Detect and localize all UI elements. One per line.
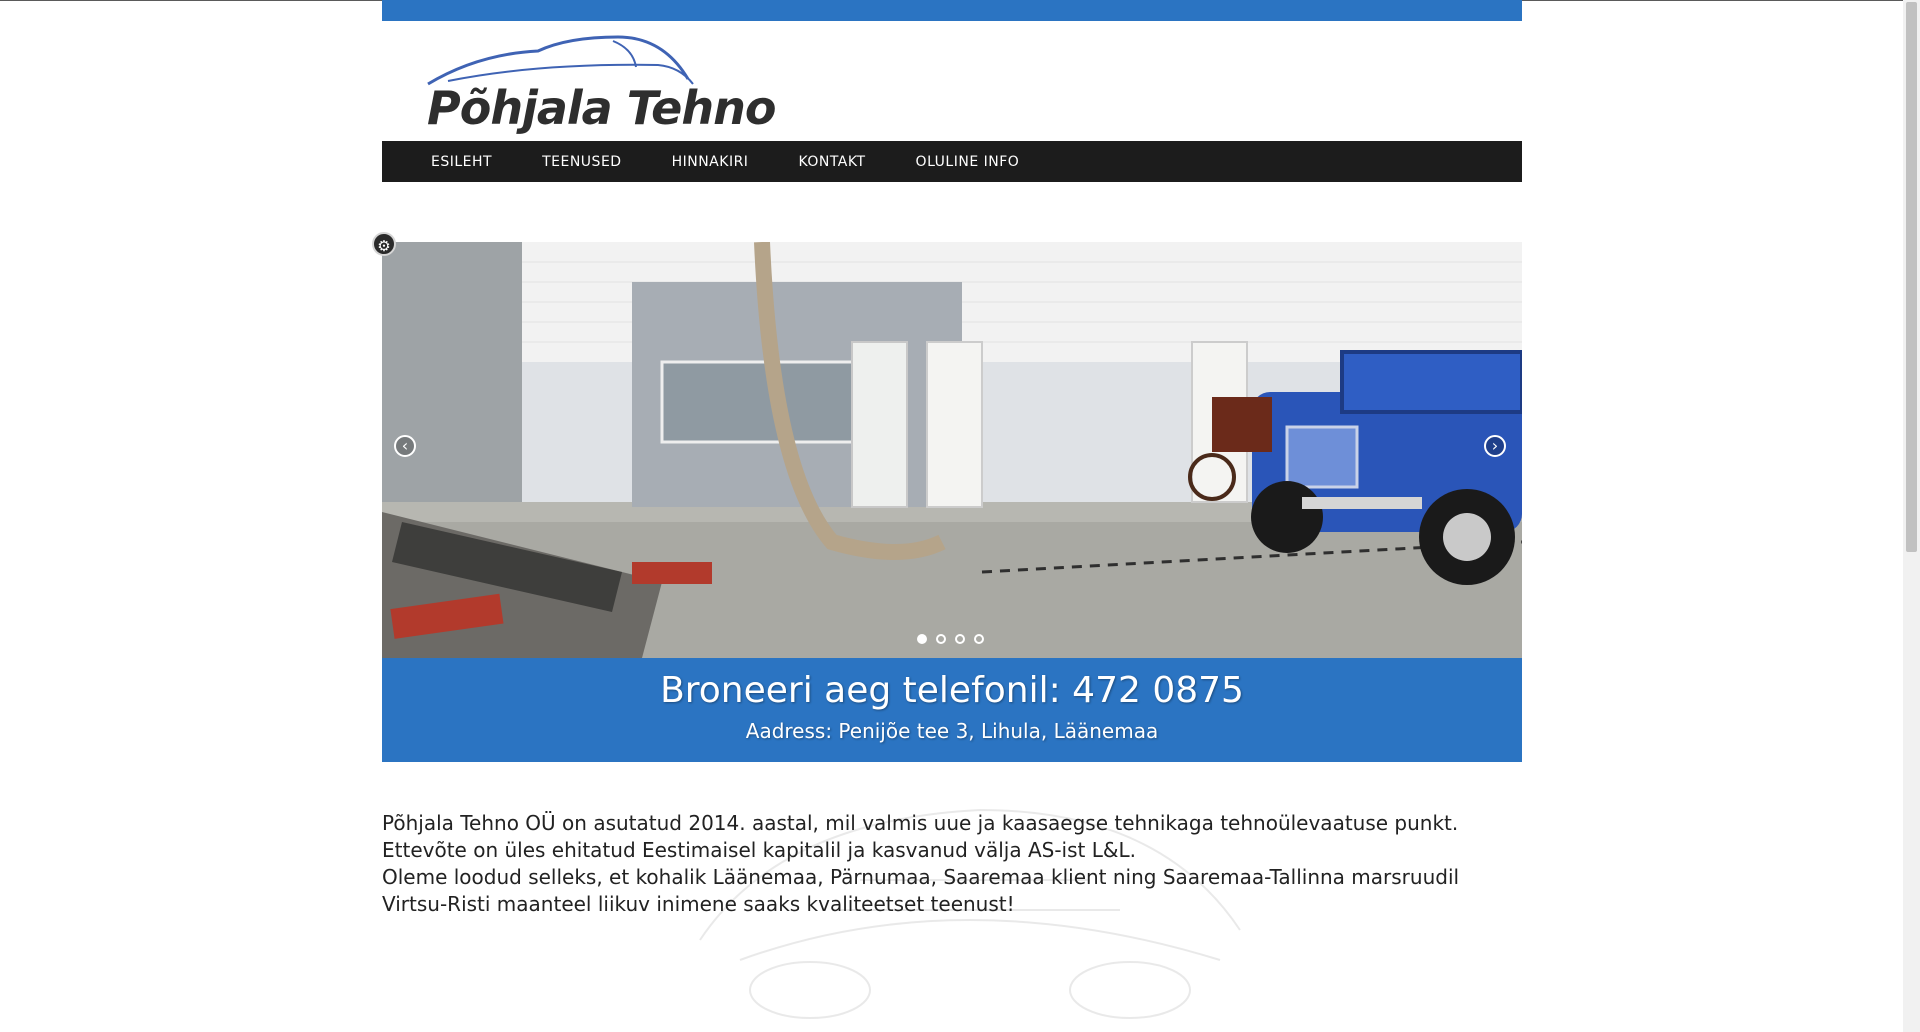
booking-phone-title: Broneeri aeg telefonil: 472 0875 xyxy=(660,670,1244,711)
page-container: Põhjala Tehno ESILEHT TEENUSED HINNAKIRI… xyxy=(382,0,1522,916)
slider-dot-2[interactable] xyxy=(936,634,946,644)
nav-item-teenused[interactable]: TEENUSED xyxy=(517,154,646,170)
intro-paragraph-1: Põhjala Tehno OÜ on asutatud 2014. aasta… xyxy=(382,811,1459,862)
booking-banner: Broneeri aeg telefonil: 472 0875 Aadress… xyxy=(382,658,1522,762)
slider-dot-3[interactable] xyxy=(955,634,965,644)
nav-item-kontakt[interactable]: KONTAKT xyxy=(773,154,890,170)
slider-dot-1[interactable] xyxy=(917,634,927,644)
slider-dot-4[interactable] xyxy=(974,634,984,644)
slide-image-inspection-hall xyxy=(382,242,1522,658)
site-logo[interactable]: Põhjala Tehno xyxy=(382,21,1522,141)
page-scrollbar[interactable] xyxy=(1903,0,1920,1032)
nav-item-oluline-info[interactable]: OLULINE INFO xyxy=(891,154,1045,170)
top-accent-bar xyxy=(382,0,1522,21)
main-navigation: ESILEHT TEENUSED HINNAKIRI KONTAKT OLULI… xyxy=(382,141,1522,182)
scrollbar-thumb[interactable] xyxy=(1906,2,1917,552)
slider-pagination xyxy=(917,634,984,644)
nav-item-hinnakiri[interactable]: HINNAKIRI xyxy=(647,154,774,170)
image-slider[interactable]: ‹ › xyxy=(382,242,1522,658)
slider-next-button[interactable]: › xyxy=(1484,435,1506,457)
gear-icon[interactable]: ⚙ xyxy=(372,232,396,256)
car-silhouette-logo-icon xyxy=(427,35,694,86)
logo-text: Põhjala Tehno xyxy=(427,81,776,135)
intro-text: Põhjala Tehno OÜ on asutatud 2014. aasta… xyxy=(382,810,1522,918)
intro-paragraph-2: Oleme loodud selleks, et kohalik Läänema… xyxy=(382,865,1460,916)
nav-item-esileht[interactable]: ESILEHT xyxy=(406,154,517,170)
address-text: Aadress: Penijõe tee 3, Lihula, Läänemaa xyxy=(745,719,1159,743)
slider-prev-button[interactable]: ‹ xyxy=(394,435,416,457)
